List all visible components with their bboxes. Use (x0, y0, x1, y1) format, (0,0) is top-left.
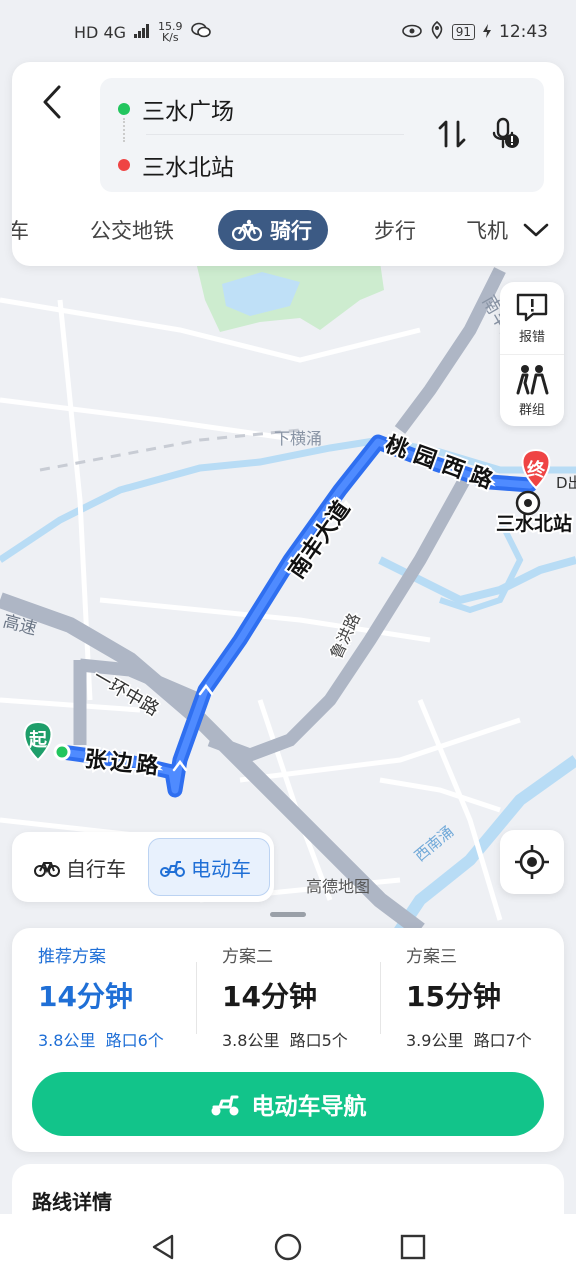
station-target-icon (515, 490, 541, 516)
group-label: 群组 (518, 403, 545, 418)
report-error-button[interactable]: 报错 (500, 282, 564, 354)
nav-recents-button[interactable] (383, 1217, 443, 1277)
tab-drive[interactable]: 车 (12, 210, 29, 250)
nav-back-button[interactable] (133, 1217, 193, 1277)
end-location-text: 三水北站 (142, 155, 234, 181)
route-search-card: 三水广场 三水北站 车 公交地铁 骑行 步行 飞机 (12, 62, 564, 266)
map-side-tools: 报错 群组 (500, 282, 564, 426)
tab-cycling[interactable]: 骑行 (218, 210, 328, 250)
plan-separator (380, 962, 381, 1034)
network-speed: 15.9 K/s (158, 21, 183, 43)
route-divider (146, 134, 404, 135)
map-label-gaode: 高德地图 (306, 877, 370, 896)
map-label-d-exit: D出 (556, 474, 576, 492)
plan-option-recommended[interactable]: 推荐方案 14分钟 3.8公里 路口6个 (38, 942, 218, 1062)
voice-button[interactable] (486, 114, 526, 154)
network-indicator: HD 4G (74, 22, 127, 42)
plan-distance: 3.8公里 (38, 1031, 96, 1050)
back-arrow-icon (43, 85, 61, 119)
plan-info: 3.9公里 路口7个 (406, 1027, 576, 1051)
plan-option-2[interactable]: 方案二 14分钟 3.8公里 路口5个 (222, 942, 402, 1062)
swap-icon (438, 120, 466, 148)
location-icon (430, 20, 444, 43)
charging-icon (483, 23, 491, 42)
expand-tabs-button[interactable] (516, 212, 556, 248)
group-button[interactable]: 群组 (500, 354, 564, 426)
plan-option-3[interactable]: 方案三 15分钟 3.9公里 路口7个 (406, 942, 576, 1062)
map-label-xiahengchong: 下横涌 (274, 429, 322, 448)
route-details-title: 路线详情 (32, 1190, 112, 1214)
status-right: 91 12:43 (401, 20, 548, 43)
plan-duration: 14分钟 (38, 980, 133, 1013)
group-people-icon (516, 365, 549, 395)
end-location[interactable]: 三水北站 (118, 148, 234, 182)
plan-name: 方案三 (406, 947, 457, 967)
tab-cycling-label: 骑行 (270, 219, 312, 243)
plan-junctions: 路口6个 (105, 1031, 164, 1050)
bicycle-icon (232, 219, 262, 241)
plan-info: 3.8公里 路口5个 (222, 1027, 402, 1051)
bicycle-icon (34, 862, 60, 877)
microphone-alert-icon (492, 117, 519, 149)
swap-button[interactable] (432, 114, 472, 154)
end-dot-icon (118, 159, 130, 171)
locate-me-button[interactable] (500, 830, 564, 894)
ebike-option-label: 电动车 (191, 856, 251, 881)
start-navigation-label: 电动车导航 (251, 1094, 367, 1120)
tab-transit[interactable]: 公交地铁 (90, 210, 174, 250)
start-location[interactable]: 三水广场 (118, 92, 234, 126)
start-dot-icon (118, 103, 130, 115)
scooter-icon (211, 1095, 238, 1116)
plan-name: 推荐方案 (38, 947, 106, 967)
bicycle-option-label: 自行车 (66, 856, 126, 881)
square-recents-icon (401, 1234, 426, 1260)
start-navigation-button[interactable]: 电动车导航 (32, 1072, 544, 1136)
report-icon (516, 293, 548, 321)
speed-unit: K/s (161, 31, 179, 44)
plan-info: 3.8公里 路口6个 (38, 1027, 218, 1051)
nav-home-button[interactable] (258, 1217, 318, 1277)
route-plans-panel: 推荐方案 14分钟 3.8公里 路口6个 方案二 14分钟 3.8公里 路口5个… (12, 928, 564, 1152)
battery-level: 91 (451, 24, 475, 40)
locate-icon (515, 845, 549, 879)
vehicle-type-toggle: 自行车 电动车 (12, 832, 274, 902)
circle-home-icon (274, 1233, 302, 1261)
system-nav-bar (0, 1214, 576, 1280)
eye-icon (401, 23, 422, 42)
map-label-sanshui-north: 三水北站 (496, 512, 572, 535)
plan-duration: 14分钟 (222, 980, 317, 1013)
start-marker-label: 起 (28, 729, 48, 751)
sheet-drag-handle[interactable] (270, 912, 306, 917)
status-left: HD 4G 15.9 K/s (74, 21, 211, 43)
route-connector (123, 118, 125, 142)
route-input-box: 三水广场 三水北站 (100, 78, 544, 192)
triangle-back-icon (152, 1234, 173, 1260)
tab-walking[interactable]: 步行 (374, 210, 416, 250)
end-marker-label: 终 (527, 459, 546, 481)
clock: 12:43 (499, 22, 548, 42)
plan-name: 方案二 (222, 947, 273, 967)
chevron-down-icon (523, 223, 549, 237)
signal-icon (134, 23, 150, 42)
bicycle-option[interactable]: 自行车 (24, 838, 136, 896)
report-error-label: 报错 (518, 329, 545, 345)
plan-separator (196, 962, 197, 1034)
plan-junctions: 路口7个 (473, 1031, 532, 1050)
plan-distance: 3.9公里 (406, 1031, 464, 1050)
plan-duration: 15分钟 (406, 980, 501, 1013)
plan-junctions: 路口5个 (289, 1031, 348, 1050)
travel-mode-tabs: 车 公交地铁 骑行 步行 飞机 (12, 202, 564, 256)
status-bar: HD 4G 15.9 K/s 91 12:43 (0, 0, 576, 64)
ebike-option[interactable]: 电动车 (148, 838, 270, 896)
ebike-icon (160, 861, 185, 877)
back-button[interactable] (34, 82, 70, 122)
wechat-icon (190, 22, 211, 42)
start-location-text: 三水广场 (142, 99, 234, 125)
plan-distance: 3.8公里 (222, 1031, 280, 1050)
tab-flight[interactable]: 飞机 (466, 210, 508, 250)
